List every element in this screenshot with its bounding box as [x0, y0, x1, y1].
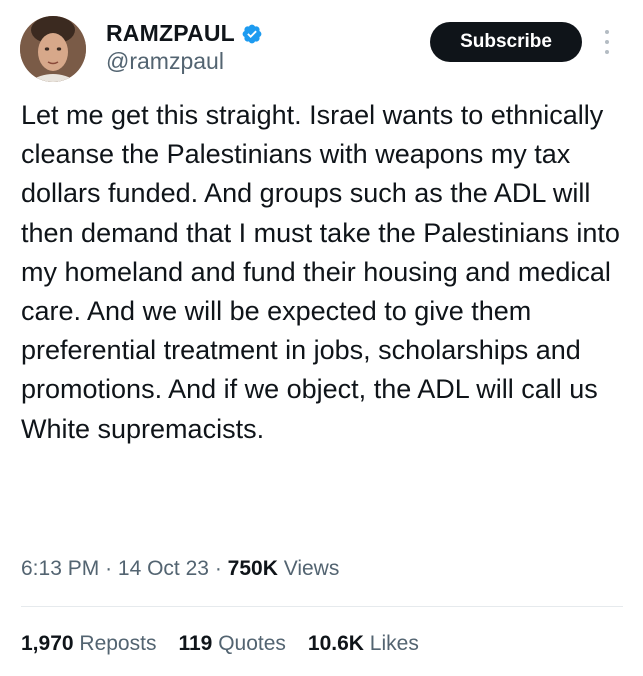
avatar-image [20, 16, 86, 82]
quotes-stat[interactable]: 119 Quotes [178, 632, 285, 656]
tweet-date[interactable]: 14 Oct 23 [118, 557, 209, 580]
likes-stat[interactable]: 10.6K Likes [308, 632, 419, 656]
tweet-card: RAMZPAUL @ramzpaul Subscribe Let me get … [0, 0, 643, 676]
likes-label: Likes [369, 632, 419, 655]
quotes-count: 119 [178, 632, 213, 655]
views-label: Views [283, 557, 340, 580]
divider [21, 606, 623, 607]
author-handle[interactable]: @ramzpaul [106, 48, 224, 75]
tweet-time[interactable]: 6:13 PM [21, 557, 99, 580]
views-count: 750K [227, 557, 278, 580]
quotes-label: Quotes [218, 632, 286, 655]
tweet-text: Let me get this straight. Israel wants t… [21, 100, 620, 444]
more-dot [605, 30, 609, 34]
author-display-name[interactable]: RAMZPAUL [106, 20, 235, 47]
likes-count: 10.6K [307, 632, 364, 655]
more-dot [605, 50, 609, 54]
reposts-stat[interactable]: 1,970 Reposts [21, 632, 156, 656]
tweet-meta: 6:13 PM · 14 Oct 23 · 750K Views [21, 557, 339, 581]
meta-separator: · [105, 557, 113, 580]
avatar[interactable] [20, 16, 86, 82]
subscribe-button[interactable]: Subscribe [430, 22, 582, 62]
more-dot [605, 40, 609, 44]
reposts-label: Reposts [79, 632, 157, 655]
meta-separator: · [214, 557, 222, 580]
engagement-stats: 1,970 Reposts 119 Quotes 10.6K Likes [21, 632, 419, 656]
reposts-count: 1,970 [21, 632, 74, 655]
verified-badge-icon [242, 24, 262, 43]
author-name-row: RAMZPAUL [106, 20, 263, 47]
more-vertical-icon[interactable] [600, 26, 614, 58]
